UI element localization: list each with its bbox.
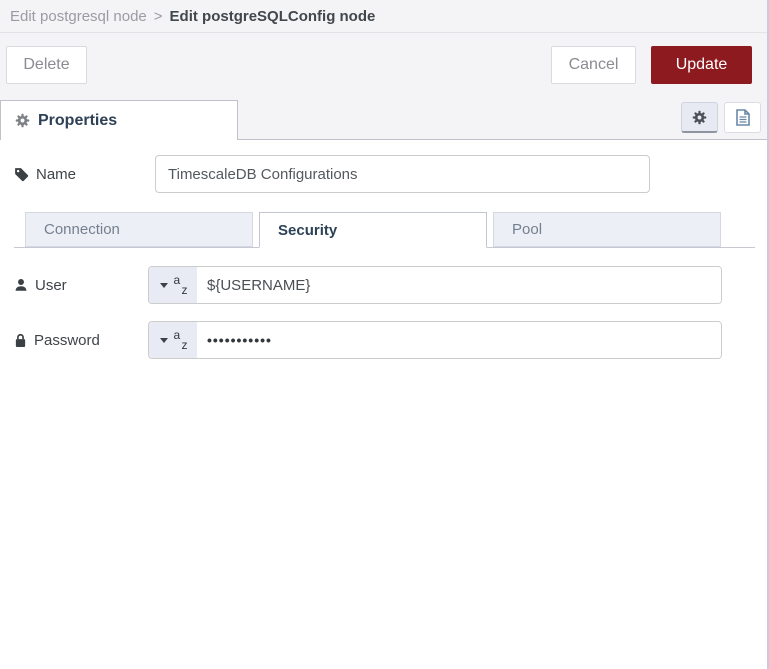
panel-tab-bar: Properties bbox=[0, 97, 767, 140]
description-view-button[interactable] bbox=[724, 102, 761, 133]
tag-icon bbox=[14, 167, 29, 182]
string-type-icon: a z bbox=[173, 273, 188, 297]
delete-button[interactable]: Delete bbox=[6, 46, 87, 84]
tab-connection-label: Connection bbox=[44, 221, 120, 238]
edit-properties-view-button[interactable] bbox=[681, 102, 718, 133]
user-label: User bbox=[14, 277, 148, 294]
user-type-select-button[interactable]: a z bbox=[149, 267, 197, 303]
name-label-text: Name bbox=[36, 165, 77, 183]
update-button[interactable]: Update bbox=[651, 46, 752, 84]
node-edit-panel: Edit postgresql node > Edit postgreSQLCo… bbox=[0, 0, 769, 669]
tab-security[interactable]: Security bbox=[259, 212, 487, 248]
breadcrumb-parent-link[interactable]: Edit postgresql node bbox=[10, 8, 147, 25]
config-tabs: Connection Security Pool bbox=[14, 212, 755, 248]
gear-icon bbox=[15, 113, 30, 128]
breadcrumb-separator: > bbox=[153, 7, 163, 25]
breadcrumb: Edit postgresql node > Edit postgreSQLCo… bbox=[0, 0, 767, 33]
breadcrumb-current: Edit postgreSQLConfig node bbox=[169, 7, 376, 25]
password-input[interactable] bbox=[197, 322, 721, 358]
document-icon bbox=[735, 109, 750, 126]
tab-properties-label: Properties bbox=[38, 111, 118, 129]
user-icon bbox=[14, 278, 28, 292]
lock-icon bbox=[14, 333, 27, 348]
tab-pool[interactable]: Pool bbox=[493, 212, 721, 247]
properties-form: Name Connection Security Pool bbox=[0, 140, 767, 359]
chevron-down-icon bbox=[159, 282, 168, 288]
password-typed-input: a z bbox=[148, 321, 722, 359]
user-label-text: User bbox=[35, 276, 67, 294]
tab-security-label: Security bbox=[278, 221, 338, 239]
edit-toolbar: Delete Cancel Update bbox=[0, 33, 767, 97]
user-field-row: User a z bbox=[14, 266, 767, 304]
tab-pool-label: Pool bbox=[512, 221, 543, 238]
name-field-row: Name bbox=[14, 155, 767, 193]
name-input[interactable] bbox=[155, 155, 650, 193]
password-label: Password bbox=[14, 332, 148, 349]
password-type-select-button[interactable]: a z bbox=[149, 322, 197, 358]
cancel-button[interactable]: Cancel bbox=[551, 46, 636, 84]
password-label-text: Password bbox=[34, 331, 100, 349]
tab-properties[interactable]: Properties bbox=[0, 100, 238, 140]
panel-view-buttons bbox=[681, 102, 767, 133]
gear-icon bbox=[692, 110, 707, 125]
user-typed-input: a z bbox=[148, 266, 722, 304]
chevron-down-icon bbox=[159, 337, 168, 343]
user-input[interactable] bbox=[197, 267, 721, 303]
string-type-icon: a z bbox=[173, 328, 188, 352]
password-field-row: Password a z bbox=[14, 321, 767, 359]
tab-connection[interactable]: Connection bbox=[25, 212, 253, 247]
name-label: Name bbox=[14, 166, 148, 183]
